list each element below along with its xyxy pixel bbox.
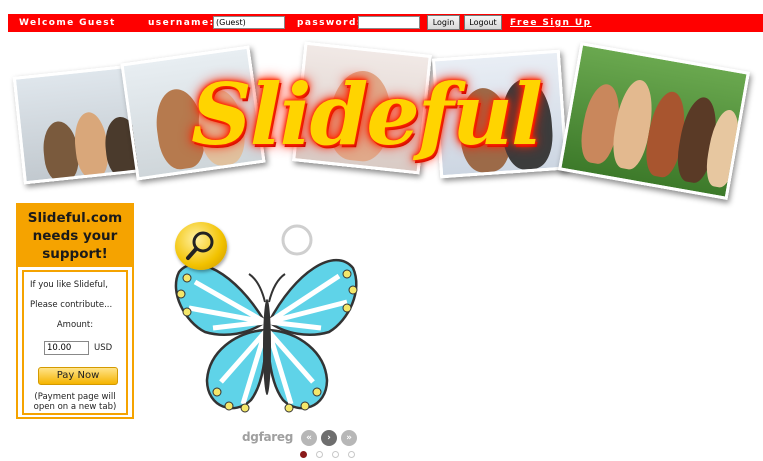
support-line-1: If you like Slideful, [30, 280, 108, 290]
next-slide-button[interactable]: › [321, 430, 337, 446]
amount-input[interactable] [44, 341, 89, 355]
slide-dot-3[interactable] [332, 451, 339, 458]
last-slide-button[interactable]: » [341, 430, 357, 446]
slide-dot-1[interactable] [300, 451, 307, 458]
slide-dot-2[interactable] [316, 451, 323, 458]
password-input[interactable] [358, 16, 420, 29]
support-box: Slideful.com needs your support! If you … [16, 203, 134, 419]
banner-photo-5 [558, 42, 750, 200]
username-label: username: [148, 18, 215, 28]
password-label: password: [297, 18, 362, 28]
zoom-icon[interactable] [175, 222, 227, 270]
slide-dot-4[interactable] [348, 451, 355, 458]
slide-caption: dgfareg [242, 430, 294, 444]
free-signup-link[interactable]: Free Sign Up [510, 18, 591, 28]
currency-label: USD [94, 343, 113, 353]
pay-now-button[interactable]: Pay Now [38, 367, 118, 385]
amount-label: Amount: [56, 320, 94, 330]
support-title: Slideful.com needs your support! [18, 205, 132, 267]
username-input[interactable] [213, 16, 285, 29]
top-login-bar: Welcome Guest username: password: Login … [8, 14, 763, 32]
first-slide-button[interactable]: « [301, 430, 317, 446]
support-form: If you like Slideful, Please contribute.… [22, 270, 128, 415]
payment-note: (Payment page will open on a new tab) [33, 392, 117, 412]
slideful-banner[interactable]: Slideful [8, 34, 763, 204]
logout-button[interactable]: Logout [464, 15, 502, 30]
welcome-text: Welcome Guest [19, 18, 116, 28]
support-line-2: Please contribute... [30, 300, 113, 310]
login-button[interactable]: Login [427, 15, 460, 30]
slideful-logo: Slideful [191, 65, 543, 164]
